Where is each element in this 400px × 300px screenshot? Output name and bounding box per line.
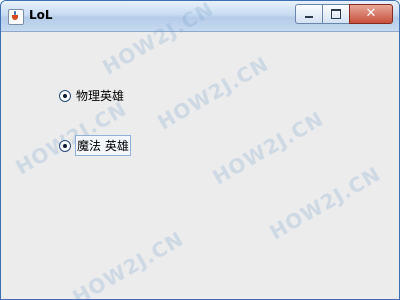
close-icon: ✕ bbox=[365, 6, 377, 21]
close-button[interactable]: ✕ bbox=[349, 4, 393, 24]
radio-button-indicator[interactable] bbox=[59, 89, 71, 102]
radio-label: 魔法 英雄 bbox=[75, 135, 131, 156]
window-controls: ✕ bbox=[295, 4, 393, 24]
radio-label: 物理英雄 bbox=[76, 89, 125, 103]
java-app-icon[interactable] bbox=[8, 9, 24, 25]
radio-button-indicator[interactable] bbox=[59, 139, 71, 152]
watermark-text: HOW2J.CN bbox=[153, 51, 273, 135]
radio-magic-hero[interactable]: 魔法 英雄 bbox=[59, 135, 131, 156]
watermark-text: HOW2J.CN bbox=[68, 226, 188, 300]
watermark-text: HOW2J.CN bbox=[208, 106, 328, 190]
window-title: LoL bbox=[29, 8, 53, 22]
maximize-button[interactable] bbox=[322, 4, 349, 24]
maximize-icon bbox=[331, 9, 341, 19]
java-cup-icon bbox=[12, 15, 18, 20]
minimize-icon bbox=[305, 16, 313, 18]
watermark-text: HOW2J.CN bbox=[265, 161, 385, 245]
minimize-button[interactable] bbox=[295, 4, 322, 24]
radio-physical-hero[interactable]: 物理英雄 bbox=[59, 86, 125, 105]
app-window: LoL ✕ HOW2J.CN HOW2J.CN HOW2J.CN HOW2J.C… bbox=[0, 0, 400, 300]
